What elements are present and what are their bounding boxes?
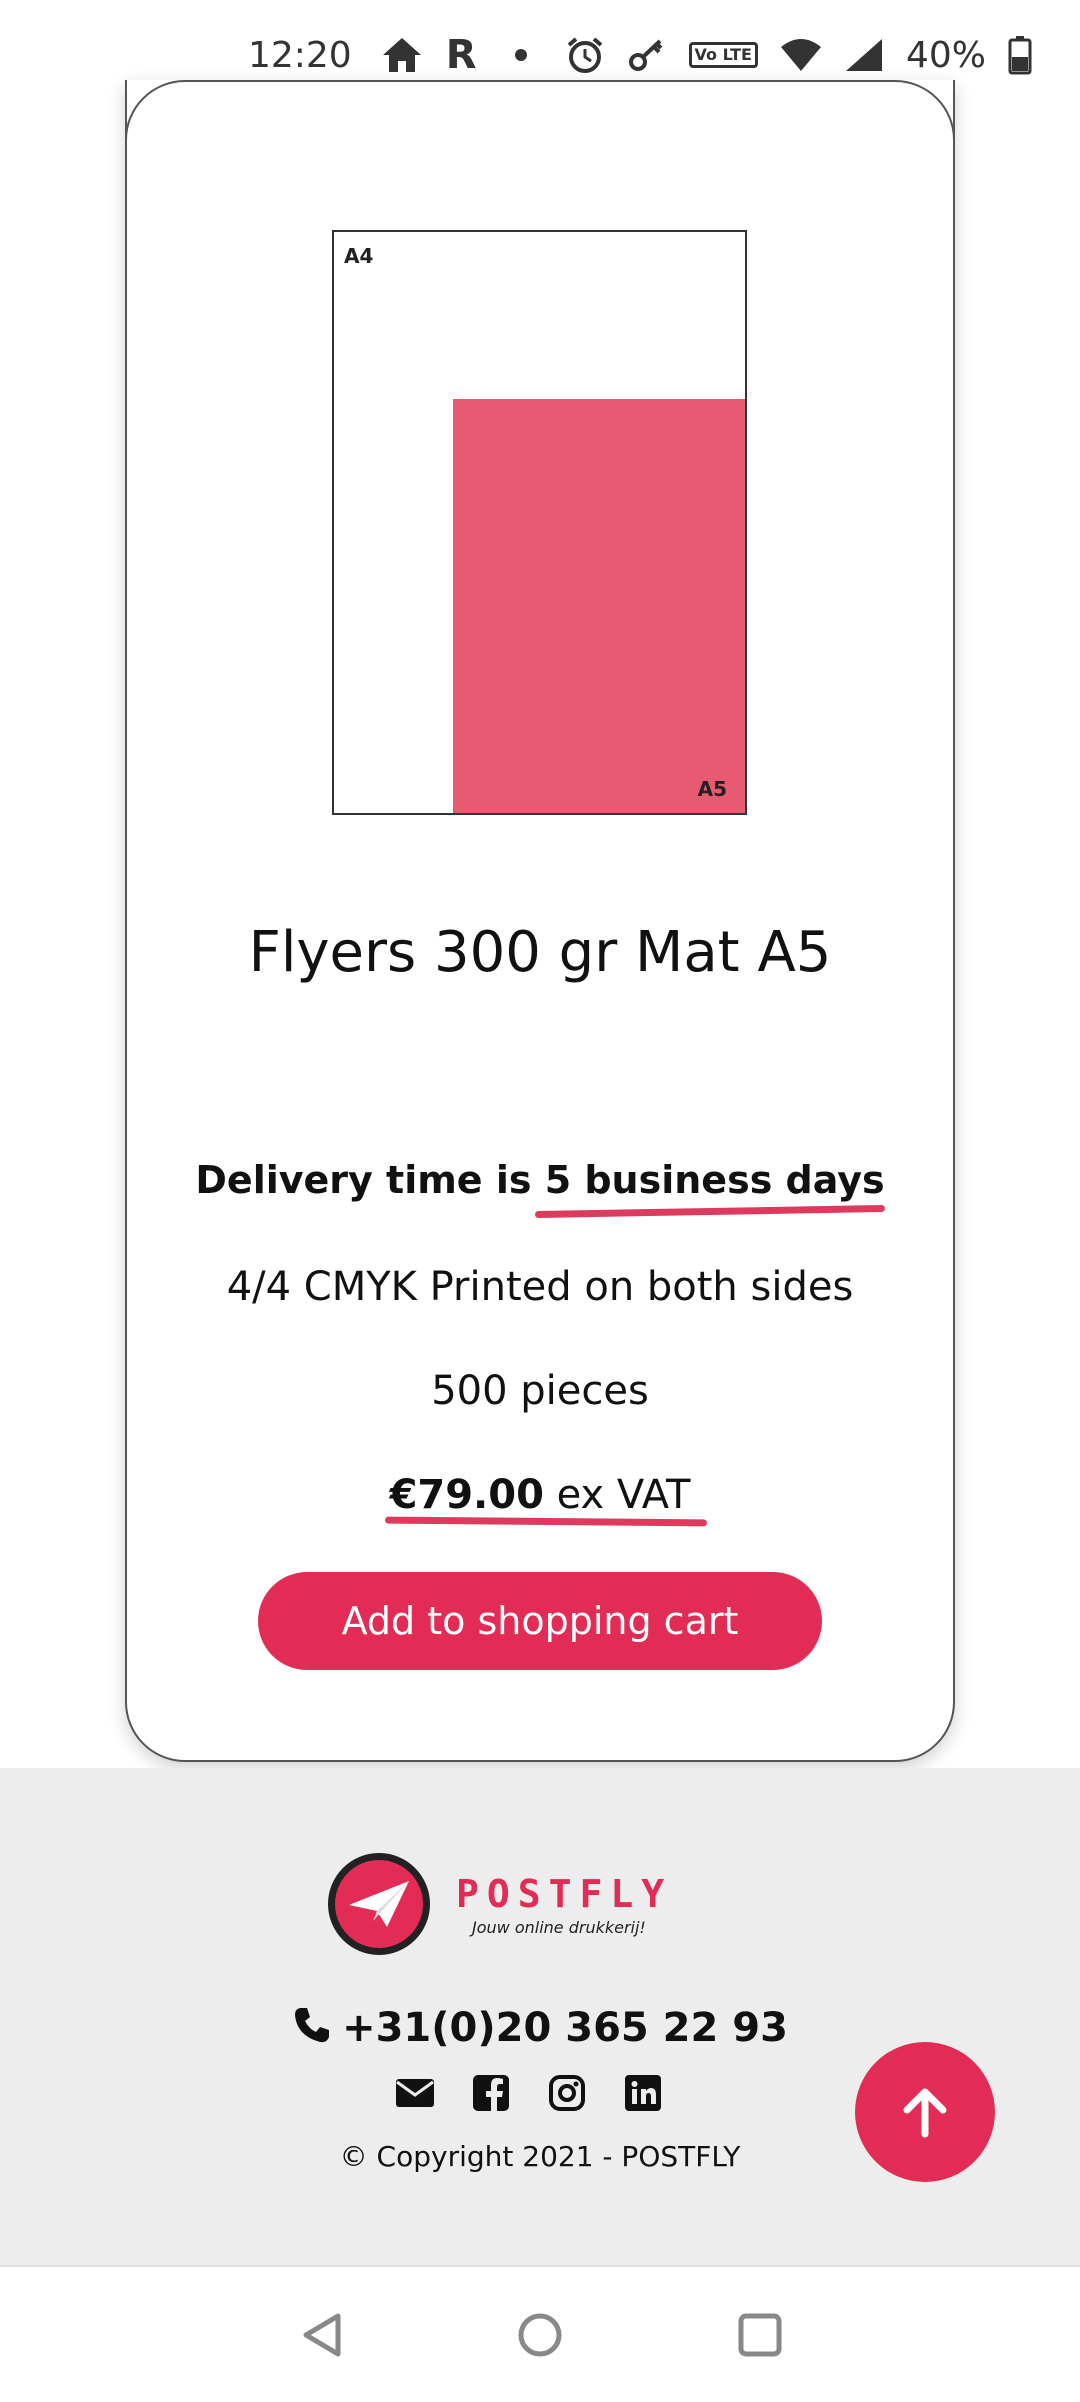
brand-name: POSTFLY [456, 1872, 673, 1916]
facebook-icon[interactable] [471, 2073, 511, 2113]
product-title: Flyers 300 gr Mat A5 [248, 920, 832, 985]
linkedin-icon[interactable] [623, 2073, 663, 2113]
key-icon [627, 35, 667, 75]
price: €79.00 ex VAT [125, 1472, 955, 1518]
signal-icon [844, 37, 884, 73]
phone-icon [292, 2005, 332, 2055]
price-suffix: ex VAT [543, 1472, 691, 1518]
volte-icon: Vo LTE [688, 42, 758, 68]
add-to-cart-button[interactable]: Add to shopping cart [258, 1572, 822, 1670]
home-circle-icon[interactable] [510, 2305, 570, 2365]
delivery-highlight: 5 business days [544, 1158, 885, 1202]
battery-percent: 40% [905, 34, 986, 76]
carrier-letter: R [445, 32, 477, 78]
status-time: 12:20 [247, 34, 352, 76]
brand-tagline: Jouw online drukkerij! [472, 1918, 646, 1937]
alarm-icon [565, 35, 605, 75]
size-label-a5: A5 [697, 777, 727, 801]
system-nav-bar [0, 2265, 1080, 2402]
social-links [395, 2073, 663, 2113]
quantity-info: 500 pieces [431, 1368, 649, 1414]
arrow-up-icon [903, 2088, 947, 2138]
dot-icon [514, 49, 527, 61]
paper-plane-icon [349, 1881, 409, 1927]
back-icon[interactable] [292, 2305, 352, 2365]
postfly-logo[interactable] [328, 1853, 430, 1955]
size-a5-area [453, 399, 745, 813]
price-amount: €79.00 [389, 1472, 544, 1518]
battery-icon [1008, 35, 1032, 75]
delivery-prefix: Delivery time is [195, 1158, 545, 1202]
recents-icon[interactable] [730, 2305, 790, 2365]
email-icon[interactable] [395, 2073, 435, 2113]
size-diagram: A4 A5 [332, 230, 747, 815]
home-icon [380, 35, 424, 75]
size-label-a4: A4 [344, 244, 374, 268]
phone-number: +31(0)20 365 22 93 [342, 2005, 788, 2051]
delivery-time: Delivery time is 5 business days [125, 1158, 955, 1202]
instagram-icon[interactable] [547, 2073, 587, 2113]
footer: POSTFLY Jouw online drukkerij! +31(0)20 … [0, 1768, 1080, 2265]
print-info: 4/4 CMYK Printed on both sides [226, 1264, 854, 1310]
wifi-icon [780, 37, 822, 73]
scroll-top-button[interactable] [855, 2042, 995, 2182]
